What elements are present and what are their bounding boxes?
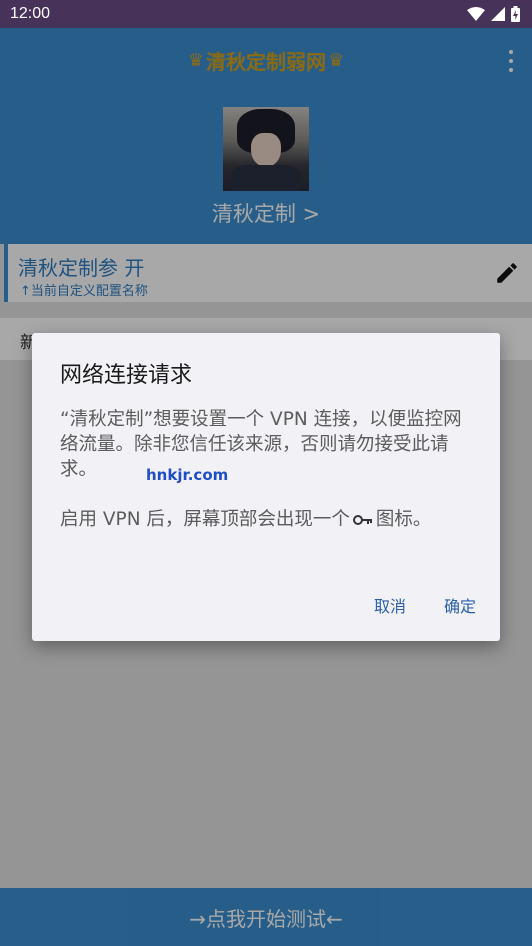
watermark: hnkjr.com bbox=[146, 466, 229, 484]
dialog-title: 网络连接请求 bbox=[60, 363, 193, 388]
ok-button[interactable]: 确定 bbox=[444, 593, 476, 617]
dialog-message-2-before: 启用 VPN 后，屏幕顶部会出现一个 bbox=[60, 509, 350, 530]
battery-charging-icon bbox=[511, 6, 520, 22]
status-bar: 12:00 bbox=[0, 0, 532, 28]
dialog-message: “清秋定制”想要设置一个 VPN 连接，以便监控网络流量。除非您信任该来源，否则… bbox=[60, 407, 480, 532]
vpn-request-dialog: 网络连接请求 “清秋定制”想要设置一个 VPN 连接，以便监控网络流量。除非您信… bbox=[32, 333, 500, 641]
dialog-actions: 取消 确定 bbox=[374, 593, 476, 617]
vpn-key-icon bbox=[352, 515, 372, 525]
signal-icon bbox=[491, 7, 505, 21]
wifi-icon bbox=[467, 7, 485, 21]
status-time: 12:00 bbox=[10, 5, 51, 22]
app-screen: 12:00 ♛ 清秋定制弱网 ♛ 清秋定制 > 清秋定制参 开 ↑当前自定义配置… bbox=[0, 0, 532, 946]
dialog-message-1: “清秋定制”想要设置一个 VPN 连接，以便监控网络流量。除非您信任该来源，否则… bbox=[60, 409, 462, 480]
dialog-message-2-after: 图标。 bbox=[375, 509, 432, 530]
cancel-button[interactable]: 取消 bbox=[374, 593, 406, 617]
dialog-message-2: 启用 VPN 后，屏幕顶部会出现一个 图标。 bbox=[60, 507, 480, 532]
status-icons bbox=[467, 6, 520, 22]
